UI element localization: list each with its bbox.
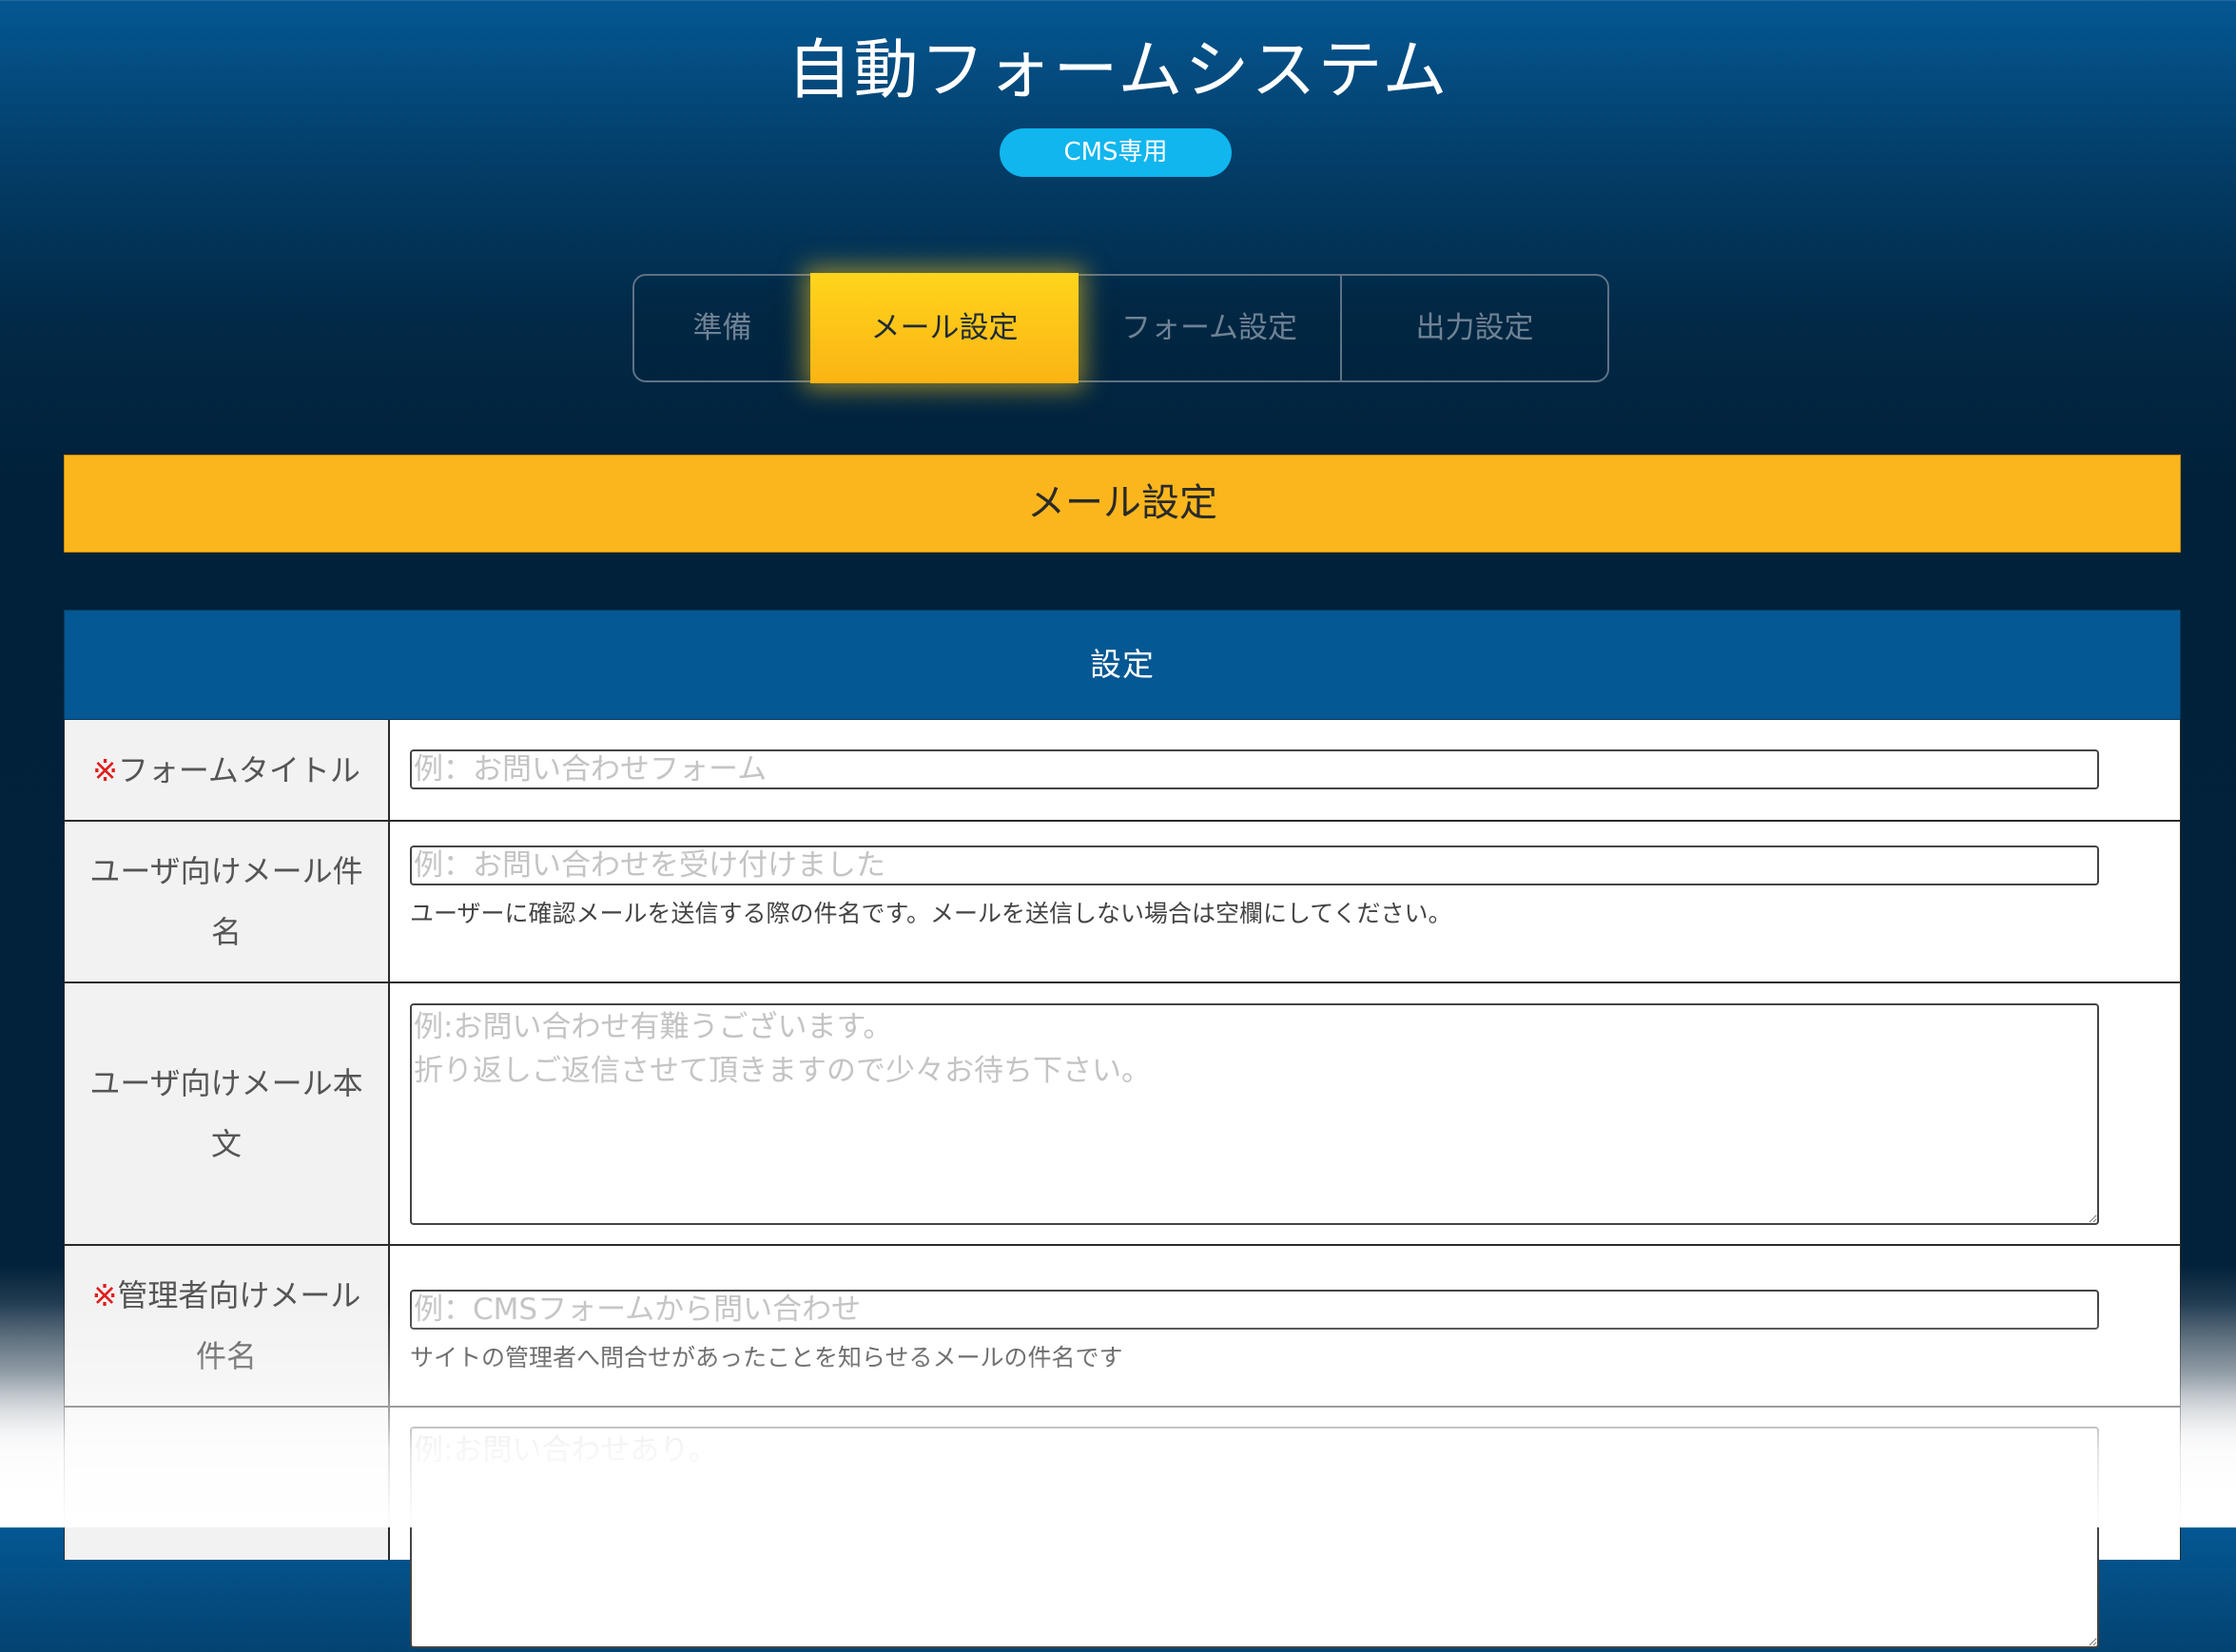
field-cell	[410, 1003, 2099, 1229]
required-mark: ※	[91, 1277, 118, 1313]
section-banner: メール設定	[64, 455, 2181, 553]
admin-mail-body-textarea[interactable]	[410, 1427, 2099, 1648]
row-admin-mail-subject: ※管理者向けメール 件名 サイトの管理者へ問合せがあったことを知らせるメールの件…	[64, 1246, 2181, 1408]
row-user-mail-subject: ユーザ向けメール件 名 ユーザーに確認メールを送信する際の件名です。メールを送信…	[64, 822, 2181, 983]
row-user-mail-body: ユーザ向けメール本 文	[64, 983, 2181, 1246]
label-text-line1: ユーザ向けメール本	[89, 1065, 363, 1101]
form-title-input[interactable]	[410, 749, 2099, 789]
settings-table: 設定 ※フォームタイトル ユーザ向けメール件 名 ユーザーに確認メールを送信する…	[64, 610, 2181, 1648]
label-text: フォームタイトル	[117, 751, 360, 788]
field-cell: サイトの管理者へ問合せがあったことを知らせるメールの件名です	[410, 1290, 2099, 1373]
tab-mail-settings[interactable]: メール設定	[810, 273, 1079, 383]
label-text-line2: 件名	[195, 1338, 257, 1374]
user-mail-body-textarea[interactable]	[410, 1003, 2099, 1225]
field-cell: ユーザーに確認メールを送信する際の件名です。メールを送信しない場合は空欄にしてく…	[410, 845, 2099, 929]
help-text: ユーザーに確認メールを送信する際の件名です。メールを送信しない場合は空欄にしてく…	[410, 900, 1452, 927]
admin-mail-subject-input[interactable]	[410, 1290, 2099, 1330]
user-mail-subject-input[interactable]	[410, 845, 2099, 885]
row-label	[65, 1408, 390, 1560]
tab-output-settings[interactable]: 出力設定	[1342, 276, 1607, 380]
row-label: ※フォームタイトル	[65, 720, 390, 820]
row-admin-mail-body	[64, 1408, 2181, 1648]
field-cell	[410, 1427, 2099, 1652]
help-text: サイトの管理者へ問合せがあったことを知らせるメールの件名です	[410, 1344, 1123, 1371]
cms-only-badge: CMS専用	[1000, 128, 1232, 177]
label-text-line2: 文	[210, 1126, 242, 1162]
row-label: ユーザ向けメール件 名	[65, 822, 390, 981]
label-text-line2: 名	[210, 914, 242, 950]
step-tabs: 準備 メール設定 フォーム設定 出力設定	[632, 273, 1609, 383]
tab-preparation[interactable]: 準備	[634, 276, 810, 380]
label-text-line1: ユーザ向けメール件	[89, 853, 363, 889]
required-mark: ※	[92, 751, 118, 788]
field-cell	[410, 749, 2099, 789]
tab-form-settings[interactable]: フォーム設定	[1079, 276, 1342, 380]
app-title: 自動フォームシステム	[787, 33, 1449, 108]
settings-header: 設定	[64, 610, 2181, 720]
row-label: ※管理者向けメール 件名	[65, 1246, 390, 1406]
row-label: ユーザ向けメール本 文	[65, 983, 390, 1244]
label-text-line1: 管理者向けメール	[117, 1277, 361, 1313]
row-form-title: ※フォームタイトル	[64, 720, 2181, 822]
